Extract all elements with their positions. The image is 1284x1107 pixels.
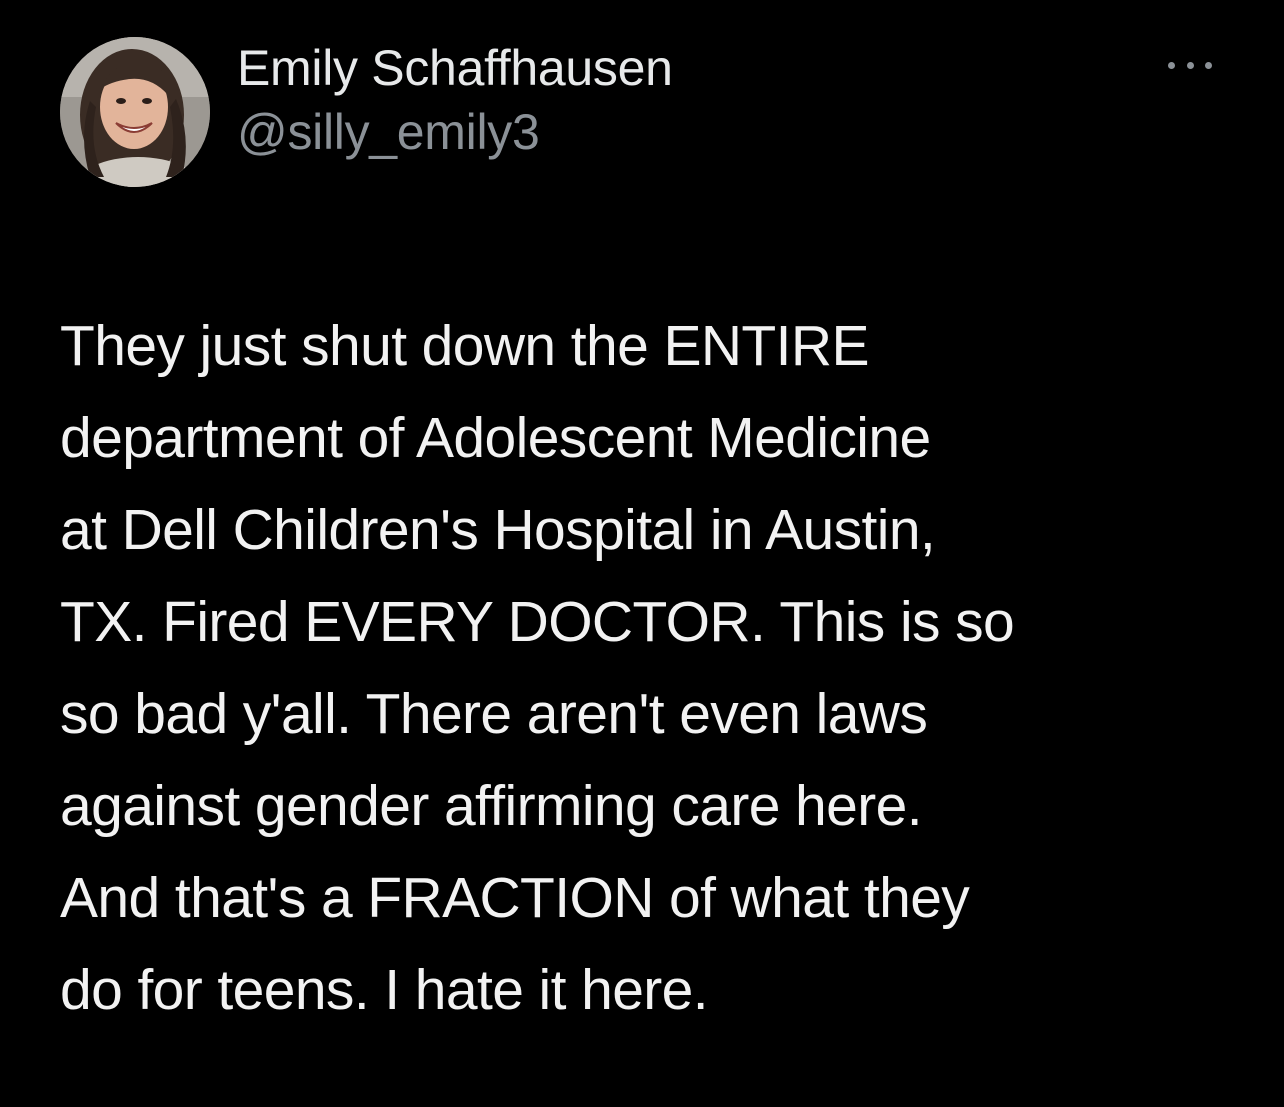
user-handle[interactable]: @silly_emily3 <box>237 101 673 163</box>
tweet-text-line: against gender affirming care here. <box>60 774 923 838</box>
tweet-card: Emily Schaffhausen @silly_emily3 They ju… <box>0 0 1284 1107</box>
tweet-text-line: do for teens. I hate it here. <box>60 958 709 1022</box>
ellipsis-dot <box>1205 61 1212 69</box>
tweet-text: They just shut down the ENTIRE departmen… <box>60 300 1224 1036</box>
avatar-photo <box>60 37 210 187</box>
tweet-text-line: And that's a FRACTION of what they <box>60 866 970 930</box>
tweet-header: Emily Schaffhausen @silly_emily3 <box>60 37 1224 187</box>
tweet-text-line: They just shut down the ENTIRE <box>60 314 869 378</box>
avatar[interactable] <box>60 37 210 187</box>
tweet-text-line: at Dell Children's Hospital in Austin, <box>60 498 936 562</box>
ellipsis-icon[interactable] <box>1168 55 1212 75</box>
author-names: Emily Schaffhausen @silly_emily3 <box>237 37 673 163</box>
ellipsis-dot <box>1168 61 1175 69</box>
tweet-text-line: department of Adolescent Medicine <box>60 406 931 470</box>
display-name[interactable]: Emily Schaffhausen <box>237 37 673 99</box>
ellipsis-dot <box>1186 61 1194 69</box>
tweet-text-line: TX. Fired EVERY DOCTOR. This is so <box>60 590 1015 654</box>
tweet-text-line: so bad y'all. There aren't even laws <box>60 682 928 746</box>
